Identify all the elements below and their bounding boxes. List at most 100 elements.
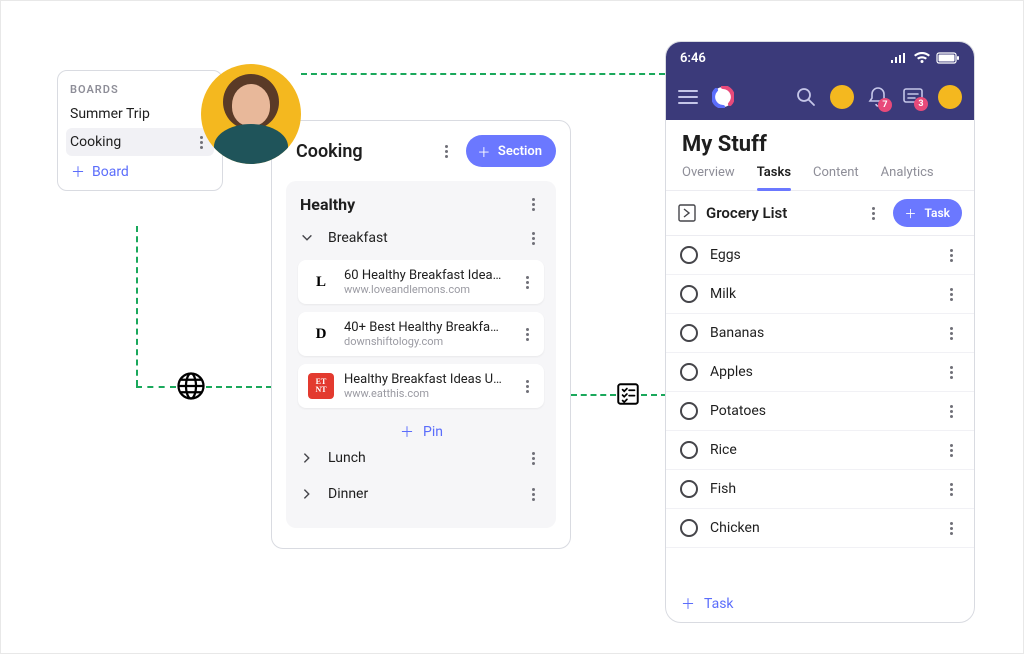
add-section-button[interactable]: ＋ Section xyxy=(466,135,556,167)
phone-tabs: Overview Tasks Content Analytics xyxy=(666,161,974,191)
more-icon[interactable] xyxy=(518,276,536,289)
more-icon[interactable] xyxy=(942,288,960,301)
task-row[interactable]: Fish xyxy=(666,470,974,509)
add-task-button-footer[interactable]: ＋ Task xyxy=(666,586,974,622)
task-checkbox[interactable] xyxy=(680,324,698,342)
contact-avatar[interactable] xyxy=(830,85,854,109)
chevron-right-icon xyxy=(300,451,314,465)
more-icon[interactable] xyxy=(524,232,542,245)
notifications-button[interactable]: 7 xyxy=(868,86,888,108)
meal-label: Breakfast xyxy=(328,230,388,246)
add-pin-button[interactable]: ＋ Pin xyxy=(298,416,544,440)
boards-item-cooking[interactable]: Cooking xyxy=(66,128,214,156)
task-checkbox[interactable] xyxy=(680,402,698,420)
add-task-button-header[interactable]: ＋ Task xyxy=(893,199,963,227)
pin-title: 40+ Best Healthy Breakfa… xyxy=(344,320,508,335)
phone-status-bar: 6:46 xyxy=(666,42,974,74)
task-label: Apples xyxy=(710,364,753,380)
messages-button[interactable]: 3 xyxy=(902,87,924,107)
chevron-right-icon xyxy=(300,487,314,501)
pin-domain: www.eatthis.com xyxy=(344,387,508,400)
pin-title: 60 Healthy Breakfast Idea… xyxy=(344,268,508,283)
add-task-label: Task xyxy=(704,596,734,612)
chevron-down-icon xyxy=(300,231,314,245)
site-favicon: D xyxy=(308,321,334,347)
task-checkbox[interactable] xyxy=(680,246,698,264)
task-row[interactable]: Potatoes xyxy=(666,392,974,431)
globe-icon xyxy=(176,371,206,401)
add-board-label: Board xyxy=(92,164,129,180)
task-label: Rice xyxy=(710,442,737,458)
tab-overview[interactable]: Overview xyxy=(682,165,735,190)
add-pin-label: Pin xyxy=(423,424,443,440)
plus-icon: ＋ xyxy=(476,143,492,159)
task-checkbox[interactable] xyxy=(680,363,698,381)
tab-analytics[interactable]: Analytics xyxy=(881,165,934,190)
tab-tasks[interactable]: Tasks xyxy=(757,165,791,190)
more-icon[interactable] xyxy=(865,207,883,220)
phone-mock: 6:46 7 xyxy=(665,41,975,623)
checklist-icon xyxy=(615,381,641,407)
pin-item[interactable]: D 40+ Best Healthy Breakfa…downshiftology… xyxy=(298,312,544,356)
pin-item[interactable]: L60 Healthy Breakfast Idea…www.loveandle… xyxy=(298,260,544,304)
signal-icon xyxy=(890,52,908,64)
task-row[interactable]: Milk xyxy=(666,275,974,314)
more-icon[interactable] xyxy=(942,405,960,418)
task-label: Chicken xyxy=(710,520,760,536)
more-icon[interactable] xyxy=(524,452,542,465)
task-label: Potatoes xyxy=(710,403,766,419)
tab-content[interactable]: Content xyxy=(813,165,859,190)
boards-panel: BOARDS Summer Trip Cooking ＋ Board xyxy=(57,70,223,191)
add-section-label: Section xyxy=(498,144,542,159)
phone-app-bar: 7 3 xyxy=(666,74,974,120)
task-label: Bananas xyxy=(710,325,764,341)
notification-badge: 7 xyxy=(878,98,892,112)
more-icon[interactable] xyxy=(942,444,960,457)
menu-icon[interactable] xyxy=(678,89,698,105)
more-icon[interactable] xyxy=(518,380,536,393)
task-label: Fish xyxy=(710,481,736,497)
search-icon[interactable] xyxy=(796,87,816,107)
more-icon[interactable] xyxy=(942,522,960,535)
app-logo-icon[interactable] xyxy=(712,86,734,108)
more-icon[interactable] xyxy=(942,366,960,379)
task-checkbox[interactable] xyxy=(680,519,698,537)
boards-heading: BOARDS xyxy=(66,83,214,96)
pin-title: Healthy Breakfast Ideas U… xyxy=(344,372,508,387)
task-row[interactable]: Bananas xyxy=(666,314,974,353)
more-icon[interactable] xyxy=(524,198,542,211)
add-task-label: Task xyxy=(925,206,951,220)
more-icon[interactable] xyxy=(518,328,536,341)
list-header: Grocery List ＋ Task xyxy=(666,191,974,236)
user-avatar-small[interactable] xyxy=(938,85,962,109)
more-icon[interactable] xyxy=(942,249,960,262)
message-badge: 3 xyxy=(914,97,928,111)
meal-row-lunch[interactable]: Lunch xyxy=(298,440,544,476)
task-row[interactable]: Rice xyxy=(666,431,974,470)
plus-icon: ＋ xyxy=(70,164,86,180)
more-icon[interactable] xyxy=(524,488,542,501)
plus-icon: ＋ xyxy=(903,205,919,221)
add-board-button[interactable]: ＋ Board xyxy=(66,156,214,180)
boards-item-summer-trip[interactable]: Summer Trip xyxy=(66,100,214,128)
task-row[interactable]: Eggs xyxy=(666,236,974,275)
pin-domain: downshiftology.com xyxy=(344,335,508,348)
meal-row-breakfast[interactable]: Breakfast xyxy=(298,220,544,256)
meal-row-dinner[interactable]: Dinner xyxy=(298,476,544,512)
task-checkbox[interactable] xyxy=(680,285,698,303)
cooking-title: Cooking xyxy=(286,141,363,162)
more-icon[interactable] xyxy=(438,145,456,158)
pin-item[interactable]: ET NTHealthy Breakfast Ideas U…www.eatth… xyxy=(298,364,544,408)
plus-icon: ＋ xyxy=(399,424,415,440)
task-row[interactable]: Chicken xyxy=(666,509,974,548)
more-icon[interactable] xyxy=(942,483,960,496)
task-checkbox[interactable] xyxy=(680,480,698,498)
meal-label: Dinner xyxy=(328,486,368,502)
status-time: 6:46 xyxy=(680,51,706,66)
section-healthy: Healthy Breakfast L60 Healthy Breakfast … xyxy=(286,181,556,528)
task-checkbox[interactable] xyxy=(680,441,698,459)
cooking-panel: Cooking ＋ Section Healthy Breakfast xyxy=(271,120,571,549)
task-row[interactable]: Apples xyxy=(666,353,974,392)
section-title: Healthy xyxy=(300,195,355,214)
more-icon[interactable] xyxy=(942,327,960,340)
